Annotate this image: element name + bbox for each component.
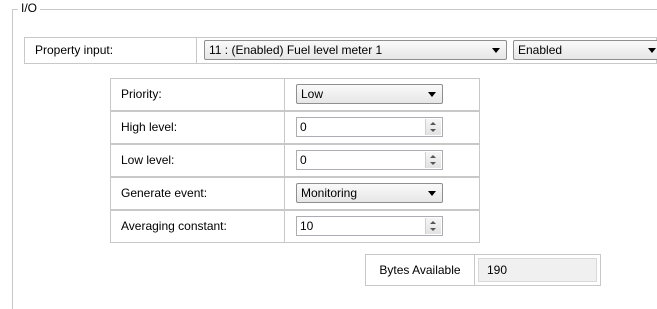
property-input-selected-value: 11 : (Enabled) Fuel level meter 1: [209, 43, 383, 57]
low-level-label: Low level:: [110, 144, 285, 177]
spin-up-icon[interactable]: [430, 155, 436, 158]
io-group-title: I/O: [18, 1, 41, 15]
spin-buttons[interactable]: [425, 119, 441, 135]
chevron-down-icon: [428, 191, 436, 196]
low-level-spinbox[interactable]: 0: [296, 150, 443, 170]
priority-label: Priority:: [110, 78, 285, 111]
high-level-value: 0: [300, 120, 307, 134]
averaging-constant-label: Averaging constant:: [110, 210, 285, 243]
averaging-constant-value: 10: [300, 219, 314, 233]
priority-select[interactable]: Low: [296, 84, 443, 104]
spin-down-icon[interactable]: [430, 162, 436, 165]
high-level-label: High level:: [110, 111, 285, 144]
chevron-down-icon: [648, 48, 656, 53]
averaging-constant-spinbox[interactable]: 10: [296, 216, 443, 236]
property-input-select[interactable]: 11 : (Enabled) Fuel level meter 1: [204, 40, 507, 60]
generate-event-select[interactable]: Monitoring: [296, 183, 443, 203]
property-state-value: Enabled: [518, 43, 563, 57]
bytes-available-value: 190: [478, 258, 597, 282]
priority-value: Low: [301, 87, 324, 101]
generate-event-label: Generate event:: [110, 177, 285, 210]
property-input-label: Property input:: [24, 37, 197, 64]
spin-buttons[interactable]: [425, 152, 441, 168]
spin-buttons[interactable]: [425, 218, 441, 234]
spin-up-icon[interactable]: [430, 122, 436, 125]
spin-down-icon[interactable]: [430, 129, 436, 132]
low-level-value: 0: [300, 153, 307, 167]
spin-down-icon[interactable]: [430, 228, 436, 231]
bytes-available-label: Bytes Available: [365, 254, 475, 286]
high-level-spinbox[interactable]: 0: [296, 117, 443, 137]
spin-up-icon[interactable]: [430, 221, 436, 224]
chevron-down-icon: [492, 48, 500, 53]
chevron-down-icon: [428, 92, 436, 97]
generate-event-value: Monitoring: [301, 186, 358, 200]
property-state-select[interactable]: Enabled: [513, 40, 657, 60]
